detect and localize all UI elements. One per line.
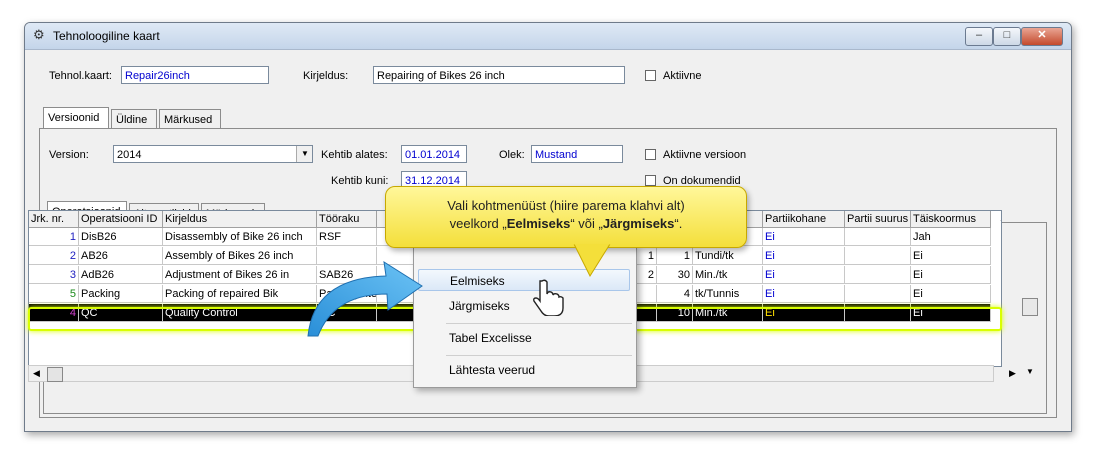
callout-line2: veelkord „Eelmiseks“ või „Järgmiseks“. (386, 215, 746, 233)
scroll-right-icon[interactable]: ▶ (1009, 368, 1016, 379)
table-cell-size[interactable] (845, 247, 911, 265)
col-header[interactable]: Tööraku (317, 211, 377, 228)
tab-versions[interactable]: Versioonid (43, 107, 109, 129)
minimize-button[interactable]: – (965, 27, 993, 46)
table-cell-full[interactable]: Ei (911, 266, 991, 284)
version-label: Version: (49, 149, 89, 161)
callout-pre: veelkord „ (449, 216, 507, 231)
table-cell-id[interactable]: AdB26 (79, 266, 163, 284)
active-version-checkbox[interactable] (645, 149, 656, 160)
scroll-left-icon[interactable]: ◀ (33, 368, 40, 379)
callout-line1: Vali kohtmenüüst (hiire parema klahvi al… (447, 198, 685, 213)
table-cell-id[interactable]: QC (79, 304, 163, 322)
table-cell-time[interactable]: 1 (657, 247, 693, 265)
table-cell-nr[interactable]: 4 (29, 304, 79, 322)
scroll-down-icon[interactable]: ▼ (1026, 367, 1034, 376)
table-cell-party[interactable]: Ei (763, 228, 845, 246)
table-cell-unit[interactable]: Min./tk (693, 304, 763, 322)
callout-bold-next: Järgmiseks (602, 216, 675, 231)
menu-item-next[interactable]: Järgmiseks (418, 295, 630, 317)
app-gear-icon: ⚙ (33, 27, 45, 42)
table-cell-party[interactable]: Ei (763, 304, 845, 322)
valid-from-field[interactable]: 01.01.2014 (401, 145, 467, 163)
table-cell-party[interactable]: Ei (763, 266, 845, 284)
col-header[interactable]: Kirjeldus (163, 211, 317, 228)
table-cell-size[interactable] (845, 266, 911, 284)
hand-cursor-icon (533, 279, 564, 316)
table-cell-nr[interactable]: 3 (29, 266, 79, 284)
desc-field[interactable]: Repairing of Bikes 26 inch (373, 66, 625, 84)
table-cell-nr[interactable]: 1 (29, 228, 79, 246)
table-cell-desc[interactable]: Adjustment of Bikes 26 in (163, 266, 317, 284)
table-cell-nr[interactable]: 5 (29, 285, 79, 303)
vertical-scrollbar-thumb[interactable] (1022, 298, 1038, 316)
active-label: Aktiivne (663, 70, 702, 82)
scroll-up-icon[interactable]: ▲ (999, 214, 1001, 223)
callout-post: “. (674, 216, 683, 231)
menu-separator (446, 355, 632, 356)
table-cell-time[interactable]: 30 (657, 266, 693, 284)
table-cell-size[interactable] (845, 304, 911, 322)
callout-mid: “ või „ (570, 216, 603, 231)
col-header[interactable]: Operatsiooni ID (79, 211, 163, 228)
table-cell-desc[interactable]: Assembly of Bikes 26 inch (163, 247, 317, 265)
menu-item-reset-columns[interactable]: Lähtesta veerud (418, 359, 630, 381)
table-cell-cell[interactable]: RSF (317, 228, 377, 246)
valid-from-label: Kehtib alates: (321, 149, 388, 161)
table-cell-unit[interactable]: Min./tk (693, 266, 763, 284)
table-cell-desc[interactable]: Quality Control (163, 304, 317, 322)
table-cell-desc[interactable]: Disassembly of Bike 26 inch (163, 228, 317, 246)
table-cell-desc[interactable]: Packing of repaired Bik (163, 285, 317, 303)
table-cell-id[interactable]: AB26 (79, 247, 163, 265)
col-header[interactable]: Jrk. nr. (29, 211, 79, 228)
menu-item-export-excel[interactable]: Tabel Excelisse (418, 327, 630, 349)
callout-text: Vali kohtmenüüst (hiire parema klahvi al… (386, 197, 746, 233)
table-cell-time[interactable]: 10 (657, 304, 693, 322)
tk-label: Tehnol.kaart: (49, 70, 112, 82)
table-cell-full[interactable]: Jah (911, 228, 991, 246)
curved-arrow-icon (307, 260, 423, 337)
table-cell-full[interactable]: Ei (911, 285, 991, 303)
menu-separator (446, 323, 632, 324)
table-cell-party[interactable]: Ei (763, 285, 845, 303)
tab-notes[interactable]: Märkused (159, 109, 221, 129)
table-cell-unit[interactable]: Tundi/tk (693, 247, 763, 265)
callout-bold-previous: Eelmiseks (506, 216, 571, 231)
table-cell-full[interactable]: Ei (911, 247, 991, 265)
callout-pointer (573, 244, 611, 278)
close-button[interactable]: ✕ (1021, 27, 1063, 46)
table-cell-id[interactable]: Packing (79, 285, 163, 303)
valid-to-label: Kehtib kuni: (331, 175, 389, 187)
chevron-down-icon[interactable]: ▼ (296, 146, 312, 162)
table-cell-party[interactable]: Ei (763, 247, 845, 265)
callout-bubble: Vali kohtmenüüst (hiire parema klahvi al… (385, 186, 747, 248)
status-label: Olek: (499, 149, 525, 161)
desc-label: Kirjeldus: (303, 70, 349, 82)
col-header[interactable]: Täiskoormus (911, 211, 991, 228)
title-bar: ⚙ Tehnoloogiline kaart – □ ✕ (25, 23, 1071, 50)
table-cell-unit[interactable]: tk/Tunnis (693, 285, 763, 303)
table-cell-time[interactable]: 4 (657, 285, 693, 303)
status-field[interactable]: Mustand (531, 145, 623, 163)
window-title: Tehnoloogiline kaart (53, 29, 160, 43)
version-select[interactable]: 2014 ▼ (113, 145, 313, 163)
col-header[interactable]: Partii suurus (845, 211, 911, 228)
horizontal-scrollbar-thumb[interactable] (47, 367, 63, 382)
table-cell-size[interactable] (845, 228, 911, 246)
tab-general[interactable]: Üldine (111, 109, 157, 129)
active-version-label: Aktiivne versioon (663, 149, 747, 161)
table-cell-full[interactable]: Ei (911, 304, 991, 322)
version-value: 2014 (117, 149, 142, 161)
table-cell-nr[interactable]: 2 (29, 247, 79, 265)
active-checkbox[interactable] (645, 70, 656, 81)
maximize-button[interactable]: □ (993, 27, 1021, 46)
col-header[interactable]: Partiikohane (763, 211, 845, 228)
tk-field[interactable]: Repair26inch (121, 66, 269, 84)
table-cell-size[interactable] (845, 285, 911, 303)
table-cell-id[interactable]: DisB26 (79, 228, 163, 246)
on-documents-checkbox[interactable] (645, 175, 656, 186)
